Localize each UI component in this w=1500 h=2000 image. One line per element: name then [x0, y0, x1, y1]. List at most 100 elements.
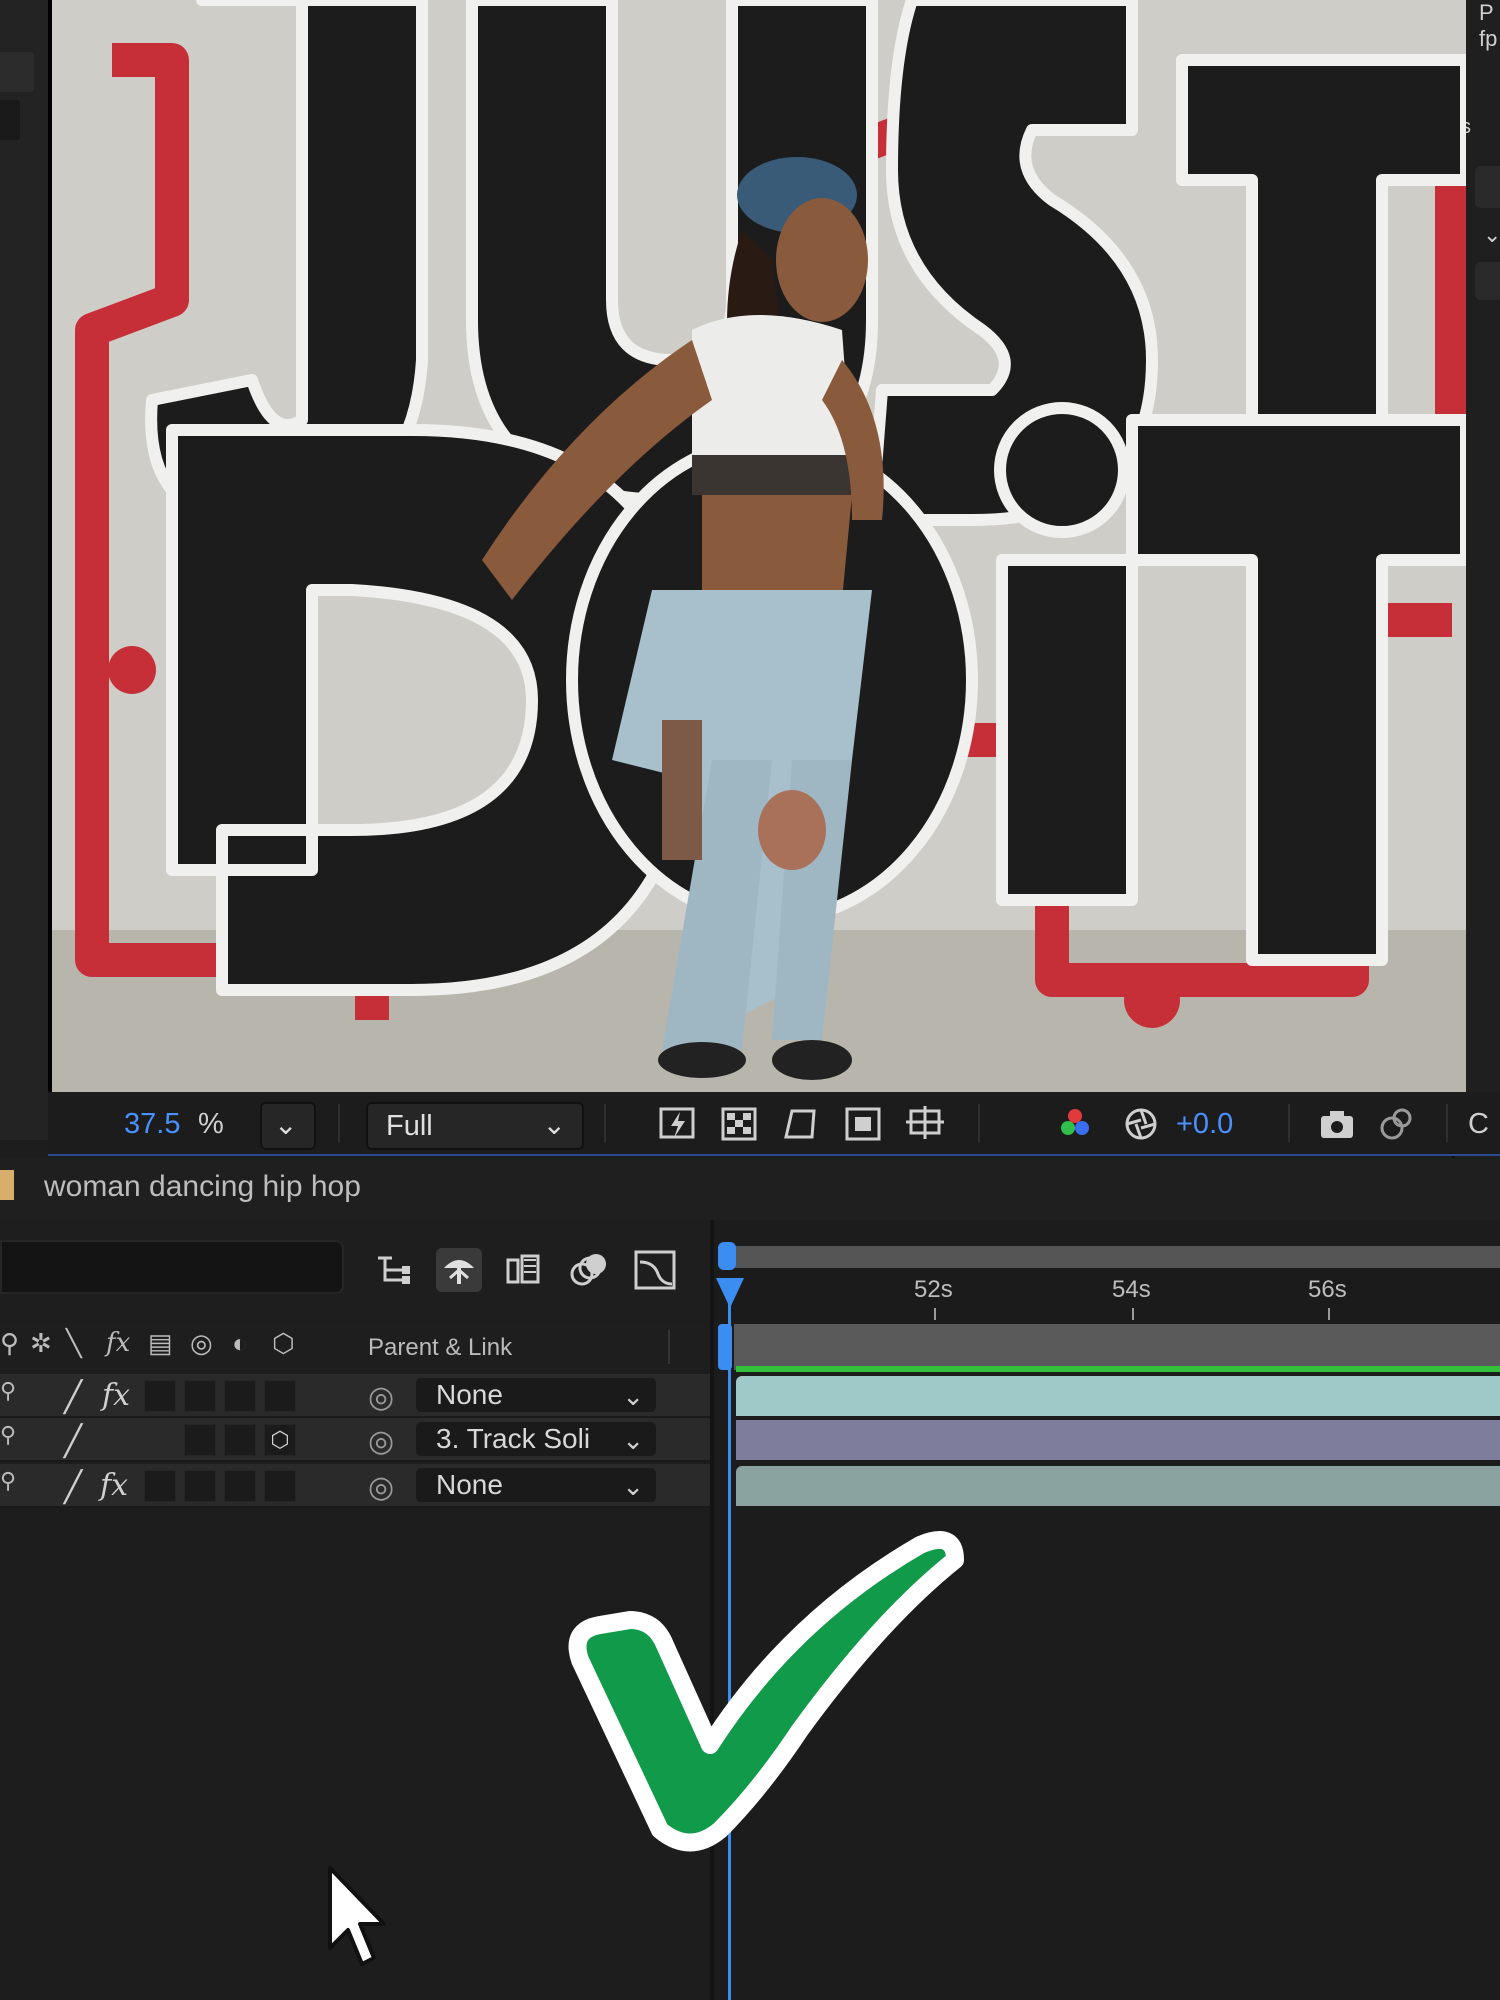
graph-editor-button[interactable]	[632, 1248, 678, 1292]
transparency-grid-icon[interactable]	[720, 1106, 758, 1142]
footage-frame	[52, 0, 1466, 1092]
layer-row[interactable]: ⚲ ╱ ⬡ ◎ 3. Track Soli ⌄	[0, 1418, 712, 1462]
magnification-value[interactable]: 37.5	[124, 1108, 180, 1141]
layer-duration-bar[interactable]	[736, 1376, 1500, 1416]
layer-row[interactable]: ⚲ ╱ fx ◎ None ⌄	[0, 1374, 712, 1418]
motion-blur-icon	[570, 1254, 606, 1286]
quality-switch-icon[interactable]: ╱	[64, 1470, 82, 1505]
layer-search-input[interactable]	[0, 1240, 344, 1294]
effects-column-icon: fx	[106, 1328, 131, 1358]
chevron-down-icon: ⌄	[622, 1425, 644, 1455]
pick-whip-icon[interactable]: ◎	[368, 1424, 394, 1459]
mask-path-icon[interactable]	[782, 1106, 820, 1142]
quality-switch-icon[interactable]: ╱	[64, 1380, 82, 1415]
panel-control[interactable]	[0, 100, 20, 140]
grid-guides-icon[interactable]	[906, 1106, 944, 1142]
effects-switch-icon[interactable]: fx	[102, 1378, 130, 1413]
switch-cell[interactable]	[184, 1380, 216, 1412]
shy-switch-icon[interactable]: ⚲	[0, 1422, 16, 1448]
exposure-value[interactable]: +0.0	[1176, 1108, 1233, 1141]
render-cache-indicator	[736, 1366, 1500, 1372]
region-of-interest-icon[interactable]	[844, 1106, 882, 1142]
work-area-bar[interactable]	[720, 1246, 1500, 1268]
time-tick	[1132, 1308, 1134, 1320]
toolbar-divider	[338, 1104, 340, 1142]
motion-blur-button[interactable]	[566, 1248, 612, 1292]
motion-blur-column-icon: ◎	[190, 1328, 213, 1358]
composition-label-swatch	[0, 1170, 14, 1200]
comp-range-bar	[734, 1324, 1500, 1370]
switch-cell[interactable]	[144, 1380, 176, 1412]
toolbar-divider	[1446, 1104, 1448, 1142]
toolbar-divider	[1288, 1104, 1290, 1142]
chevron-down-icon: ⌄	[622, 1381, 644, 1411]
resolution-dropdown[interactable]: Full ⌄	[366, 1102, 584, 1150]
switch-cell[interactable]	[264, 1380, 296, 1412]
layer-duration-bar[interactable]	[736, 1420, 1500, 1460]
frame-blending-icon	[506, 1254, 540, 1284]
quality-switch-icon[interactable]: ╱	[64, 1424, 82, 1459]
parent-dropdown[interactable]: None ⌄	[416, 1378, 656, 1412]
composition-tab-name[interactable]: woman dancing hip hop	[44, 1170, 361, 1204]
layer-duration-bar[interactable]	[736, 1466, 1500, 1506]
parent-dropdown[interactable]: None ⌄	[416, 1468, 656, 1502]
parent-value: None	[436, 1469, 503, 1500]
checkmark-icon	[568, 1531, 964, 1852]
parent-value: None	[436, 1379, 503, 1410]
toolbar-divider	[604, 1104, 606, 1142]
adjustment-column-icon: ◐	[232, 1328, 248, 1358]
frame-blend-column-icon: ▤	[148, 1328, 173, 1358]
info-text: P	[1479, 0, 1494, 25]
parent-link-header: Parent & Link	[368, 1334, 513, 1361]
pick-whip-icon[interactable]: ◎	[368, 1380, 394, 1415]
show-snapshot-icon[interactable]	[1378, 1106, 1416, 1142]
pick-whip-icon[interactable]: ◎	[368, 1470, 394, 1505]
chevron-down-icon: ⌄	[542, 1109, 566, 1140]
resolution-value: Full	[386, 1110, 433, 1142]
work-area-start-handle[interactable]	[718, 1242, 736, 1270]
effects-switch-icon[interactable]: fx	[100, 1468, 128, 1503]
mouse-cursor-icon	[328, 1866, 386, 1966]
camera-snapshot-icon[interactable]	[1318, 1106, 1356, 1142]
info-text: fp	[1479, 26, 1498, 51]
3d-layer-switch-icon[interactable]: ⬡	[264, 1424, 296, 1456]
time-tick	[1328, 1308, 1330, 1320]
switch-cell[interactable]	[224, 1424, 256, 1456]
toolbar-divider	[978, 1104, 980, 1142]
fast-previews-icon[interactable]	[658, 1106, 696, 1142]
switch-cell[interactable]	[264, 1470, 296, 1502]
time-ruler[interactable]	[714, 1270, 1500, 1322]
color-channels-icon[interactable]	[1056, 1106, 1094, 1142]
viewer-extra-label[interactable]: C	[1468, 1108, 1489, 1141]
composition-mini-flowchart-button[interactable]	[372, 1248, 418, 1292]
switch-cell[interactable]	[184, 1470, 216, 1502]
panel-control[interactable]	[1475, 166, 1500, 208]
flowchart-icon	[378, 1256, 410, 1284]
panel-control[interactable]	[1475, 262, 1500, 300]
switch-cell[interactable]	[224, 1380, 256, 1412]
chevron-down-icon: ⌄	[622, 1471, 644, 1501]
3d-layer-column-icon: ⬡	[272, 1328, 295, 1358]
quality-column-icon: ╲	[66, 1328, 82, 1358]
frame-blending-button[interactable]	[500, 1248, 546, 1292]
switch-cell[interactable]	[144, 1470, 176, 1502]
parent-dropdown[interactable]: 3. Track Soli ⌄	[416, 1422, 656, 1456]
magnification-unit: %	[198, 1108, 224, 1140]
composition-viewer[interactable]	[48, 0, 1466, 1096]
switch-cell[interactable]	[184, 1424, 216, 1456]
graph-editor-icon	[634, 1250, 676, 1290]
shy-switch-icon[interactable]: ⚲	[0, 1468, 16, 1494]
column-divider	[668, 1330, 670, 1364]
shy-icon	[444, 1260, 474, 1284]
time-tick-label: 56s	[1308, 1276, 1347, 1303]
shy-switch-icon[interactable]: ⚲	[0, 1378, 16, 1404]
exposure-reset-icon[interactable]	[1122, 1106, 1160, 1142]
switch-cell[interactable]	[224, 1470, 256, 1502]
panel-control[interactable]	[0, 52, 34, 92]
chevron-down-icon[interactable]: ⌄	[1483, 222, 1500, 248]
layer-row[interactable]: ⚲ ╱ fx ◎ None ⌄	[0, 1464, 712, 1508]
shy-layers-button[interactable]	[436, 1248, 482, 1292]
magnification-dropdown[interactable]: ⌄	[260, 1102, 316, 1150]
current-time-indicator-head[interactable]	[716, 1278, 744, 1308]
time-tick-label: 52s	[914, 1276, 953, 1303]
